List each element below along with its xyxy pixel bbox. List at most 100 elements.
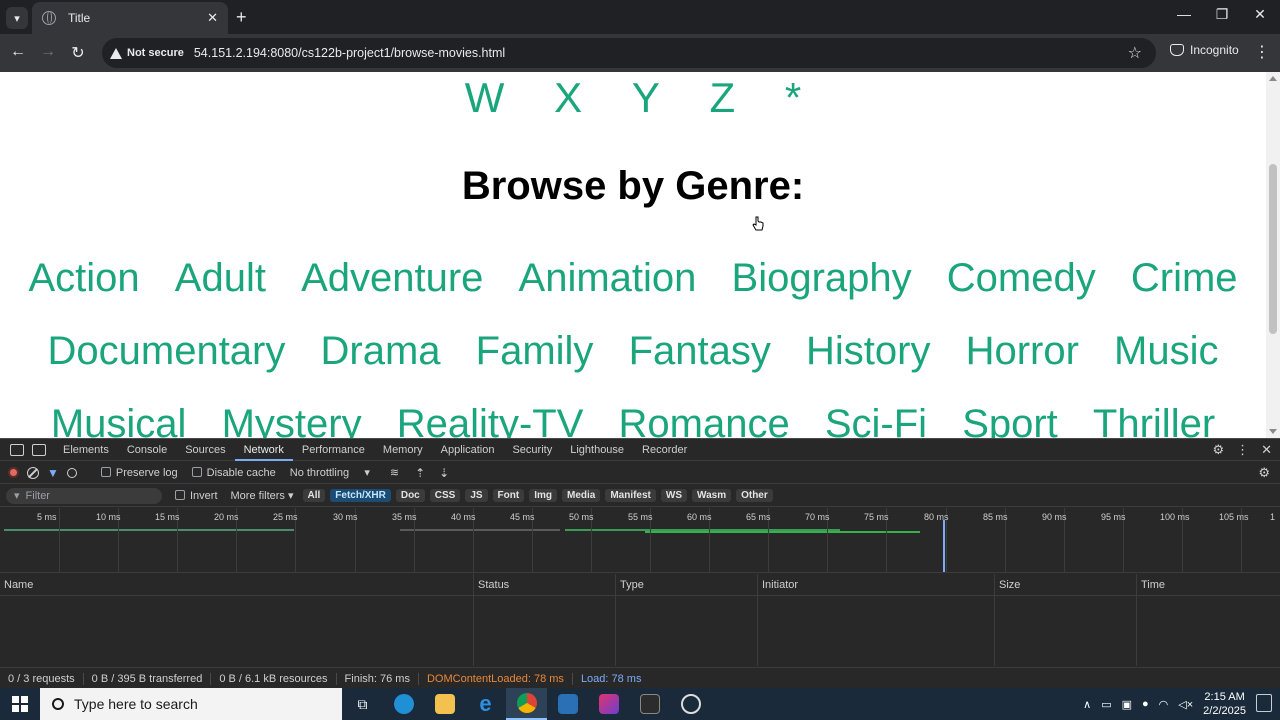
meet-now-icon[interactable]: ▣: [1122, 698, 1132, 711]
page-scrollbar[interactable]: [1266, 72, 1280, 438]
alpha-link[interactable]: X: [554, 74, 582, 121]
filter-input[interactable]: ▾ Filter: [6, 487, 162, 504]
close-window-button[interactable]: ✕: [1248, 6, 1272, 23]
incognito-indicator[interactable]: Incognito: [1170, 43, 1239, 57]
disable-cache-checkbox[interactable]: Disable cache: [191, 466, 276, 479]
taskbar-clock[interactable]: 2:15 AM 2/2/2025: [1203, 690, 1246, 718]
tab-network[interactable]: Network: [234, 439, 293, 461]
genre-link[interactable]: Horror: [966, 329, 1079, 373]
filter-chip-font[interactable]: Font: [492, 489, 525, 502]
genre-link[interactable]: Thriller: [1093, 402, 1215, 438]
filter-chip-doc[interactable]: Doc: [395, 489, 425, 502]
taskbar-terminal[interactable]: [629, 688, 670, 720]
preserve-log-checkbox[interactable]: Preserve log: [100, 466, 178, 479]
genre-link[interactable]: Fantasy: [629, 329, 771, 373]
tab-application[interactable]: Application: [432, 439, 504, 461]
genre-link[interactable]: Action: [28, 256, 139, 300]
taskbar-ie[interactable]: e: [465, 688, 506, 720]
genre-link[interactable]: History: [806, 329, 930, 373]
tab-memory[interactable]: Memory: [374, 439, 432, 461]
device-toolbar-icon[interactable]: [32, 443, 46, 456]
address-bar[interactable]: Not secure 54.151.2.194:8080/cs122b-proj…: [102, 38, 1156, 68]
genre-link[interactable]: Biography: [732, 256, 912, 300]
column-name[interactable]: Name: [0, 574, 473, 596]
filter-chip-fetch-xhr[interactable]: Fetch/XHR: [330, 489, 391, 502]
network-timeline-overview[interactable]: 5 ms 10 ms 15 ms 20 ms 25 ms 30 ms 35 ms 40 ms 4…: [0, 508, 1280, 573]
genre-link[interactable]: Documentary: [48, 329, 286, 373]
minimize-button[interactable]: —: [1172, 6, 1196, 22]
tab-lighthouse[interactable]: Lighthouse: [561, 439, 633, 461]
filter-chip-img[interactable]: Img: [529, 489, 557, 502]
url-text[interactable]: 54.151.2.194:8080/cs122b-project1/browse…: [194, 46, 505, 60]
alpha-link[interactable]: *: [785, 74, 801, 121]
security-chip[interactable]: Not secure: [110, 47, 184, 59]
genre-link[interactable]: Adult: [175, 256, 266, 300]
microphone-icon[interactable]: ●: [1142, 698, 1149, 710]
export-har-icon[interactable]: ⇣: [439, 466, 449, 480]
genre-link[interactable]: Sci-Fi: [825, 402, 927, 438]
wifi-icon[interactable]: ◠: [1159, 698, 1169, 711]
task-view-button[interactable]: ⧉: [342, 688, 383, 720]
tab-elements[interactable]: Elements: [54, 439, 118, 461]
bookmark-star-icon[interactable]: ☆: [1128, 43, 1142, 63]
taskbar-jetbrains[interactable]: [588, 688, 629, 720]
record-icon[interactable]: [8, 467, 19, 478]
devtools-menu-icon[interactable]: ⋮: [1236, 442, 1249, 458]
import-har-icon[interactable]: ⇡: [415, 466, 425, 480]
filter-chip-manifest[interactable]: Manifest: [605, 489, 656, 502]
genre-link[interactable]: Sport: [962, 402, 1058, 438]
scroll-up-icon[interactable]: [1269, 76, 1277, 81]
back-button[interactable]: ←: [8, 43, 28, 61]
column-status[interactable]: Status: [473, 574, 615, 596]
filter-funnel-icon[interactable]: ▼: [47, 466, 59, 480]
new-tab-button[interactable]: +: [236, 7, 247, 28]
battery-icon[interactable]: ▭: [1101, 698, 1111, 711]
alpha-link[interactable]: Y: [632, 74, 660, 121]
filter-chip-other[interactable]: Other: [736, 489, 773, 502]
alpha-link[interactable]: Z: [710, 74, 736, 121]
taskbar-file-explorer[interactable]: [424, 688, 465, 720]
invert-checkbox[interactable]: Invert: [175, 489, 218, 502]
genre-link[interactable]: Romance: [619, 402, 790, 438]
genre-link[interactable]: Comedy: [947, 256, 1096, 300]
genre-link[interactable]: Music: [1114, 329, 1218, 373]
network-conditions-icon[interactable]: ≋: [390, 466, 399, 479]
tab-console[interactable]: Console: [118, 439, 176, 461]
taskbar-edge[interactable]: [383, 688, 424, 720]
search-icon[interactable]: [66, 467, 77, 478]
column-time[interactable]: Time: [1136, 574, 1280, 596]
volume-icon[interactable]: ◁×: [1178, 698, 1193, 711]
browser-tab[interactable]: Title ✕: [32, 2, 228, 34]
settings-gear-icon[interactable]: ⚙: [1212, 442, 1224, 458]
column-initiator[interactable]: Initiator: [757, 574, 994, 596]
scroll-down-icon[interactable]: [1269, 429, 1277, 434]
more-filters-dropdown[interactable]: More filters ▾: [231, 489, 294, 502]
scroll-thumb[interactable]: [1269, 164, 1277, 334]
notifications-icon[interactable]: [1256, 694, 1272, 712]
filter-chip-all[interactable]: All: [302, 489, 326, 502]
taskbar-search[interactable]: Type here to search: [40, 688, 342, 720]
throttling-select[interactable]: No throttling ▾: [290, 466, 370, 479]
show-hidden-icons-icon[interactable]: ∧: [1083, 698, 1091, 711]
genre-link[interactable]: Mystery: [222, 402, 362, 438]
filter-chip-ws[interactable]: WS: [660, 489, 687, 502]
filter-chip-js[interactable]: JS: [465, 489, 488, 502]
network-settings-gear-icon[interactable]: ⚙: [1258, 465, 1270, 481]
filter-chip-css[interactable]: CSS: [429, 489, 461, 502]
genre-link[interactable]: Animation: [519, 256, 697, 300]
column-size[interactable]: Size: [994, 574, 1136, 596]
genre-link[interactable]: Reality-TV: [397, 402, 584, 438]
browser-menu-icon[interactable]: ⋮: [1254, 42, 1270, 62]
column-type[interactable]: Type: [615, 574, 757, 596]
filter-chip-wasm[interactable]: Wasm: [692, 489, 732, 502]
reload-button[interactable]: ↻: [68, 43, 88, 63]
taskbar-chrome[interactable]: [506, 688, 547, 720]
genre-link[interactable]: Drama: [321, 329, 441, 373]
forward-button[interactable]: →: [38, 43, 58, 61]
restore-button[interactable]: ❐: [1210, 6, 1234, 23]
genre-link[interactable]: Musical: [51, 402, 187, 438]
genre-link[interactable]: Adventure: [301, 256, 483, 300]
filter-chip-media[interactable]: Media: [561, 489, 601, 502]
tab-search-button[interactable]: ▾: [6, 7, 28, 29]
genre-link[interactable]: Family: [476, 329, 594, 373]
